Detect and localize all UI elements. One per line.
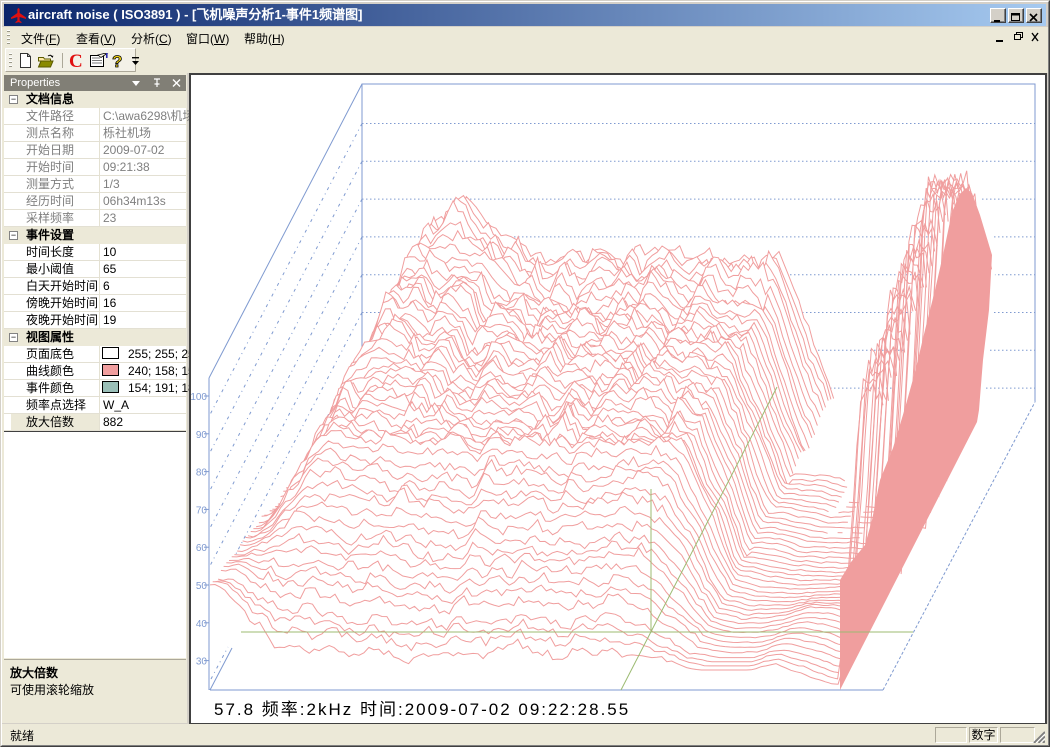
svg-text:30: 30 [196,657,208,668]
svg-text:90: 90 [196,430,208,441]
svg-text:C: C [69,52,83,69]
svg-text:80: 80 [196,468,208,479]
svg-text:50: 50 [196,581,208,592]
svg-text:40: 40 [196,619,208,630]
svg-text:?: ? [112,52,122,69]
svg-text:100: 100 [191,392,207,403]
svg-text:70: 70 [196,505,208,516]
svg-text:60: 60 [196,543,208,554]
